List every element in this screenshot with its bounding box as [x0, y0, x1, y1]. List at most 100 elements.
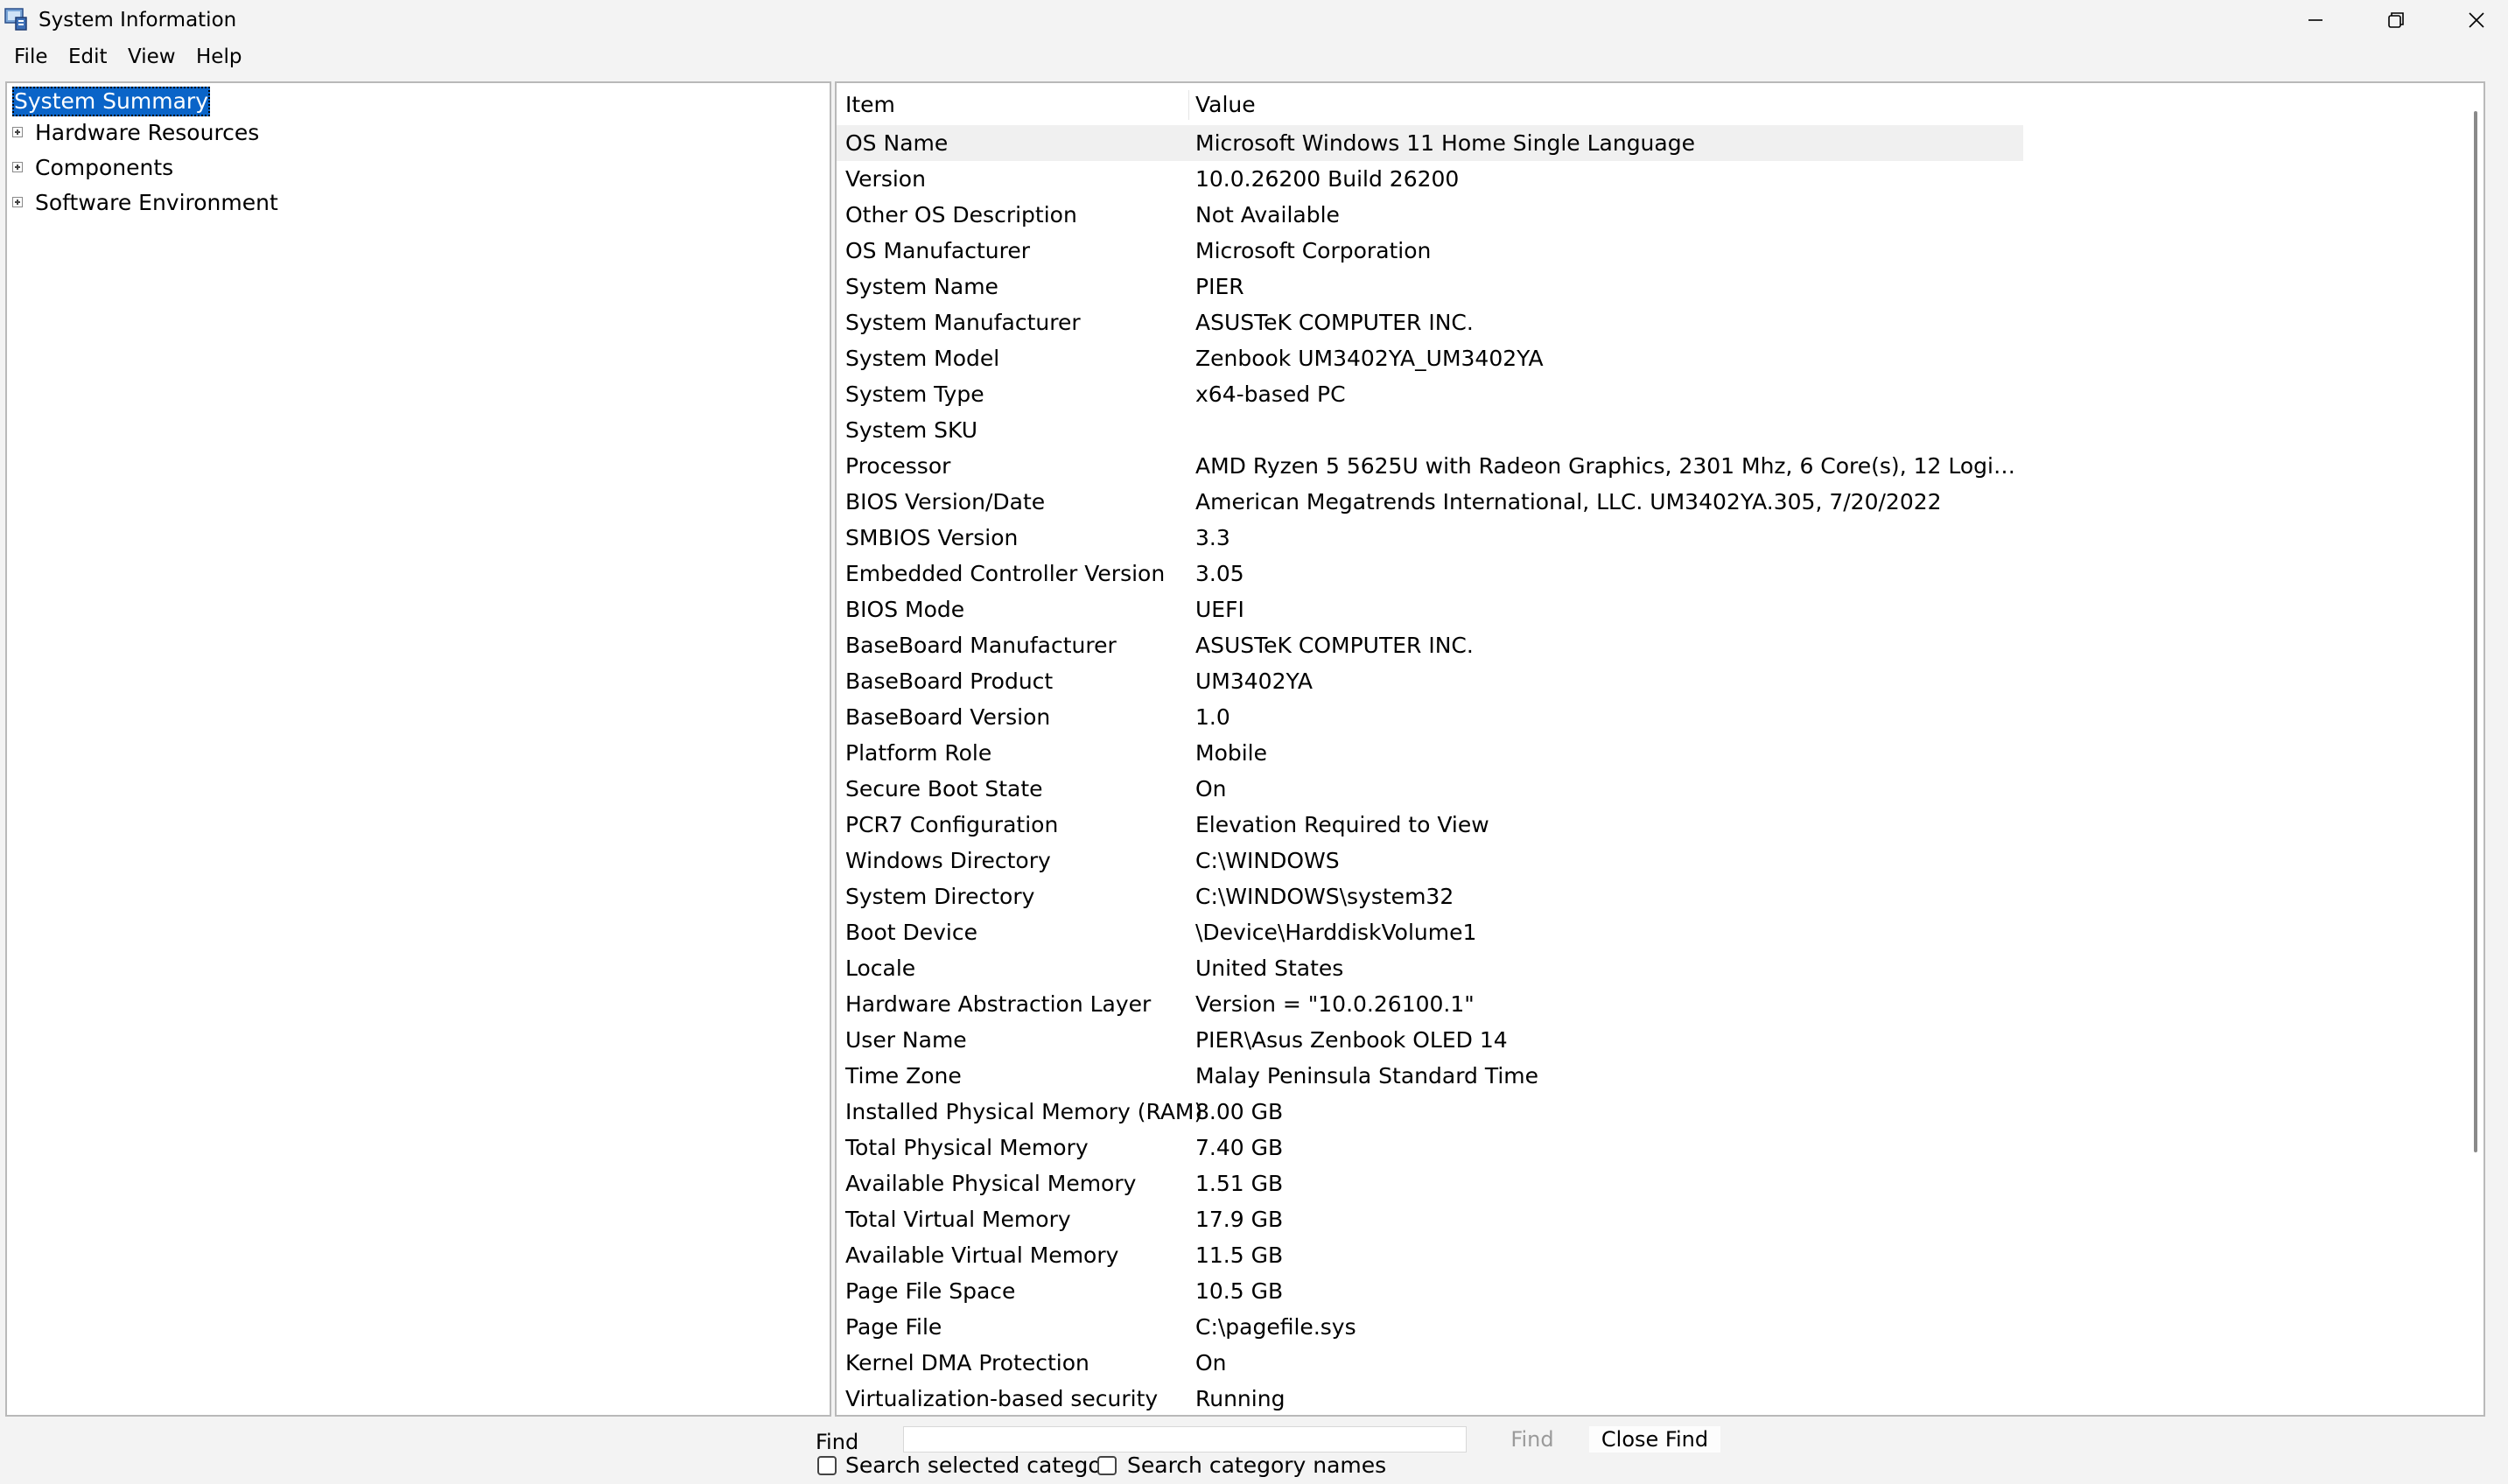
table-row[interactable]: User Name PIER\Asus Zenbook OLED 14 — [837, 1022, 2023, 1058]
close-find-button[interactable]: Close Find — [1589, 1426, 1720, 1452]
table-row[interactable]: Time Zone Malay Peninsula Standard Time — [837, 1058, 2023, 1094]
search-selected-category-label: Search selected categor — [845, 1452, 1111, 1478]
title-bar: System Information — [0, 0, 2508, 40]
row-item: Available Physical Memory — [845, 1171, 1137, 1196]
table-row[interactable]: Windows Directory C:\WINDOWS — [837, 843, 2023, 878]
row-value: AMD Ryzen 5 5625U with Radeon Graphics, … — [1195, 453, 2018, 479]
table-row[interactable]: Total Physical Memory 7.40 GB — [837, 1130, 2023, 1166]
close-button[interactable] — [2436, 0, 2508, 40]
table-row[interactable]: Total Virtual Memory 17.9 GB — [837, 1201, 2023, 1237]
find-label: Find — [816, 1430, 859, 1454]
find-button[interactable]: Find — [1481, 1426, 1584, 1452]
row-value: On — [1195, 1350, 1227, 1376]
row-value: 3.3 — [1195, 525, 1230, 550]
table-row[interactable]: Processor AMD Ryzen 5 5625U with Radeon G… — [837, 448, 2023, 484]
restore-button[interactable] — [2356, 0, 2436, 40]
row-value: 17.9 GB — [1195, 1207, 1284, 1232]
table-row[interactable]: Installed Physical Memory (RAM) 8.00 GB — [837, 1094, 2023, 1130]
row-value: ASUSTeK COMPUTER INC. — [1195, 633, 1474, 658]
row-item: Locale — [845, 956, 916, 981]
row-item: System Name — [845, 274, 998, 299]
table-row[interactable]: Kernel DMA Protection On — [837, 1345, 2023, 1381]
table-row[interactable]: Version 10.0.26200 Build 26200 — [837, 161, 2023, 197]
row-value: Malay Peninsula Standard Time — [1195, 1063, 1539, 1088]
row-value: 7.40 GB — [1195, 1135, 1284, 1160]
table-row[interactable]: BIOS Mode UEFI — [837, 592, 2023, 627]
menu-edit[interactable]: Edit — [68, 44, 108, 70]
find-input[interactable] — [903, 1426, 1467, 1452]
tree-item-hardware-resources[interactable]: Hardware Resources — [35, 118, 259, 148]
row-value: On — [1195, 776, 1227, 802]
row-item: Available Virtual Memory — [845, 1242, 1119, 1268]
table-row[interactable]: OS Name Microsoft Windows 11 Home Single … — [837, 125, 2023, 161]
expand-hardware-resources-icon[interactable] — [12, 127, 23, 137]
table-row[interactable]: Page File Space 10.5 GB — [837, 1273, 2023, 1309]
table-row[interactable]: System SKU — [837, 412, 2023, 448]
list-header: Item Value — [837, 87, 2023, 123]
table-row[interactable]: PCR7 Configuration Elevation Required to … — [837, 807, 2023, 843]
tree-item-software-environment[interactable]: Software Environment — [35, 188, 278, 218]
tree-item-system-summary[interactable]: System Summary — [12, 87, 210, 116]
menu-bar: File Edit View Help — [0, 40, 2508, 75]
row-value: 8.00 GB — [1195, 1099, 1284, 1124]
scrollbar-thumb[interactable] — [2474, 111, 2477, 1152]
row-item: System Manufacturer — [845, 310, 1081, 335]
table-row[interactable]: SMBIOS Version 3.3 — [837, 520, 2023, 556]
table-row[interactable]: System Name PIER — [837, 269, 2023, 304]
row-item: BaseBoard Product — [845, 668, 1054, 694]
table-row[interactable]: Hardware Abstraction Layer Version = "10.… — [837, 986, 2023, 1022]
expand-software-environment-icon[interactable] — [12, 197, 23, 207]
table-row[interactable]: Boot Device \Device\HarddiskVolume1 — [837, 914, 2023, 950]
vertical-scrollbar[interactable] — [2468, 85, 2483, 1415]
row-value: PIER — [1195, 274, 1244, 299]
table-row[interactable]: BaseBoard Product UM3402YA — [837, 663, 2023, 699]
column-header-item[interactable]: Item — [845, 87, 895, 123]
search-selected-category-checkbox[interactable] — [817, 1456, 837, 1475]
minimize-button[interactable] — [2275, 0, 2356, 40]
table-row[interactable]: System Directory C:\WINDOWS\system32 — [837, 878, 2023, 914]
row-value: Running — [1195, 1386, 1286, 1411]
table-row[interactable]: Page File C:\pagefile.sys — [837, 1309, 2023, 1345]
row-value: x64-based PC — [1195, 382, 1346, 407]
row-value: \Device\HarddiskVolume1 — [1195, 920, 1477, 945]
row-item: Page File — [845, 1314, 942, 1340]
table-row[interactable]: Secure Boot State On — [837, 771, 2023, 807]
table-row[interactable]: Platform Role Mobile — [837, 735, 2023, 771]
details-list[interactable]: Item Value OS Name Microsoft Windows 11 H… — [835, 81, 2485, 1417]
table-row[interactable]: Available Virtual Memory 11.5 GB — [837, 1237, 2023, 1273]
column-header-value[interactable]: Value — [1195, 87, 1256, 123]
row-value: 10.0.26200 Build 26200 — [1195, 166, 1460, 192]
row-item: BaseBoard Version — [845, 704, 1051, 730]
row-item: System Model — [845, 346, 1000, 371]
table-row[interactable]: Available Physical Memory 1.51 GB — [837, 1166, 2023, 1201]
table-row[interactable]: Other OS Description Not Available — [837, 197, 2023, 233]
column-divider[interactable] — [1188, 90, 1189, 120]
category-tree[interactable]: System Summary Hardware Resources Compon… — [5, 81, 831, 1417]
table-row[interactable]: System Manufacturer ASUSTeK COMPUTER INC. — [837, 304, 2023, 340]
row-item: Platform Role — [845, 740, 992, 766]
row-value: UEFI — [1195, 597, 1244, 622]
table-row[interactable]: Locale United States — [837, 950, 2023, 986]
menu-help[interactable]: Help — [196, 44, 242, 70]
table-row[interactable]: System Type x64-based PC — [837, 376, 2023, 412]
table-row[interactable]: System Model Zenbook UM3402YA_UM3402YA — [837, 340, 2023, 376]
tree-item-components[interactable]: Components — [35, 153, 173, 183]
table-row[interactable]: Virtualization-based security Running — [837, 1381, 2023, 1415]
table-row[interactable]: BaseBoard Manufacturer ASUSTeK COMPUTER I… — [837, 627, 2023, 663]
table-row[interactable]: Embedded Controller Version 3.05 — [837, 556, 2023, 592]
table-row[interactable]: OS Manufacturer Microsoft Corporation — [837, 233, 2023, 269]
row-item: Page File Space — [845, 1278, 1016, 1304]
search-category-names-checkbox[interactable] — [1097, 1456, 1117, 1475]
menu-view[interactable]: View — [128, 44, 176, 70]
row-value: United States — [1195, 956, 1344, 981]
row-item: Hardware Abstraction Layer — [845, 991, 1152, 1017]
menu-file[interactable]: File — [14, 44, 48, 70]
find-bar: Find Find Close Find Search selected cat… — [0, 1419, 2508, 1484]
table-row[interactable]: BIOS Version/Date American Megatrends Int… — [837, 484, 2023, 520]
row-value: ASUSTeK COMPUTER INC. — [1195, 310, 1474, 335]
row-item: Version — [845, 166, 926, 192]
table-row[interactable]: BaseBoard Version 1.0 — [837, 699, 2023, 735]
row-item: Secure Boot State — [845, 776, 1043, 802]
expand-components-icon[interactable] — [12, 162, 23, 172]
row-value: Version = "10.0.26100.1" — [1195, 991, 1475, 1017]
